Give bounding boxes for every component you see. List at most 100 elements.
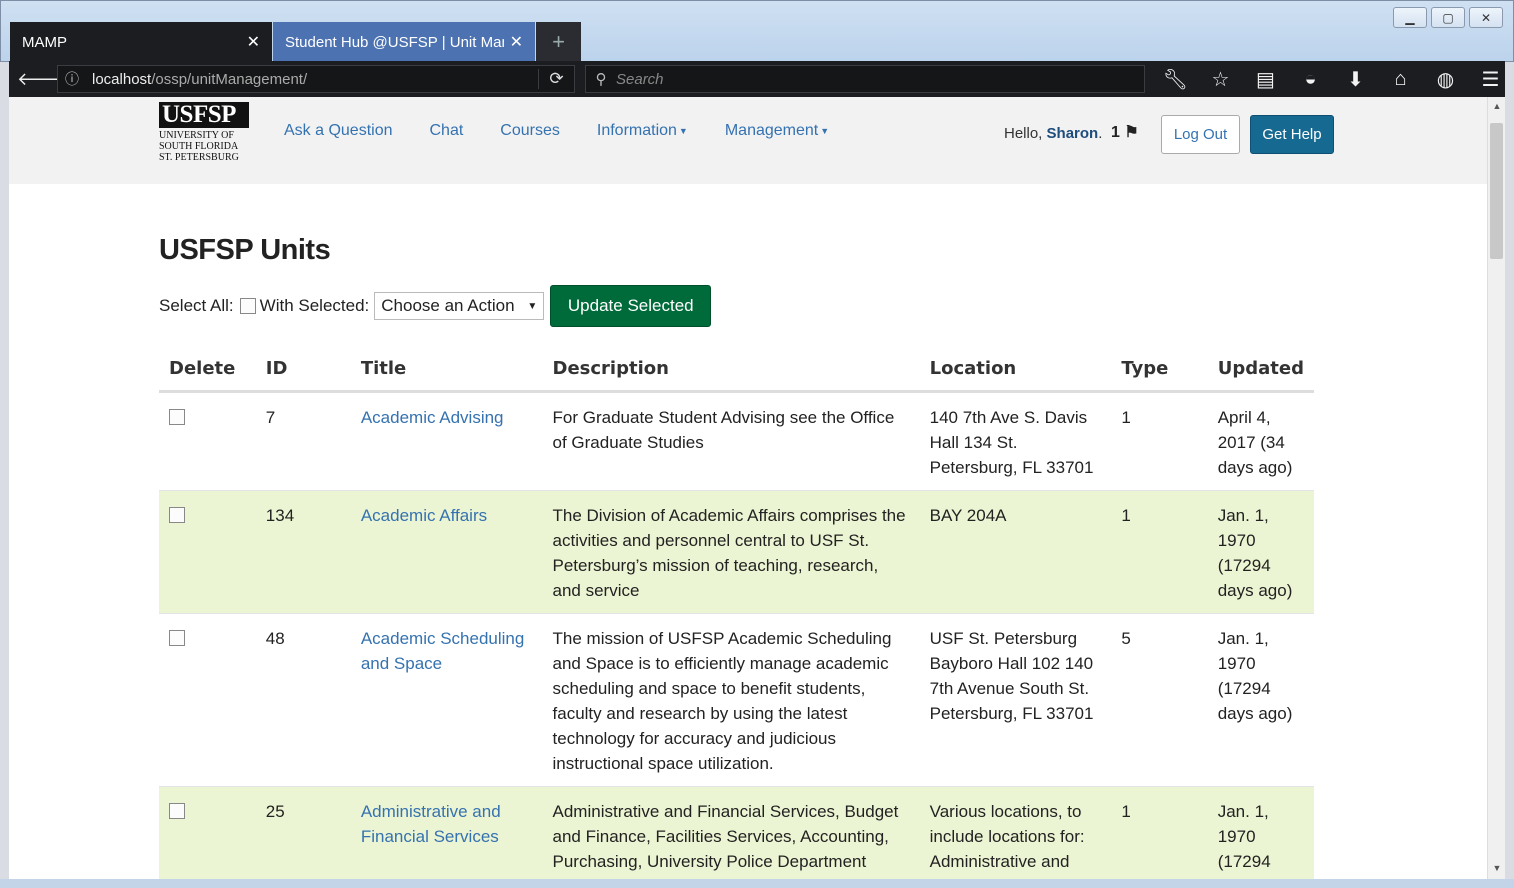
location-cell: 140 7th Ave S. Davis Hall 134 St. Peters… bbox=[919, 391, 1112, 491]
search-bar[interactable]: ⚲ Search bbox=[585, 65, 1145, 93]
scrollbar-thumb[interactable] bbox=[1490, 123, 1503, 259]
search-placeholder: Search bbox=[616, 70, 664, 88]
unit-title-link[interactable]: Administrative and Financial Services bbox=[361, 802, 501, 846]
nav-ask-question[interactable]: Ask a Question bbox=[284, 122, 393, 140]
url-text: localhost/ossp/unitManagement/ bbox=[86, 71, 538, 88]
logo-main: USFSP bbox=[159, 102, 249, 128]
reading-list-icon[interactable]: ▤ bbox=[1243, 67, 1288, 92]
nav-information[interactable]: Information ▼ bbox=[597, 122, 688, 140]
logo-line: UNIVERSITY OF bbox=[159, 130, 234, 141]
logo-line: ST. PETERSBURG bbox=[159, 152, 239, 163]
title-cell: Academic Advising bbox=[350, 391, 543, 491]
close-window-icon[interactable]: ✕ bbox=[1469, 7, 1503, 28]
location-cell: Various locations, to include locations … bbox=[919, 786, 1112, 879]
updated-cell: Jan. 1, 1970 (17294 days ago) bbox=[1207, 786, 1314, 879]
col-updated: Updated bbox=[1207, 354, 1314, 393]
update-selected-button[interactable]: Update Selected bbox=[550, 285, 712, 327]
tab-close-icon[interactable]: ✕ bbox=[510, 32, 523, 52]
tab-close-icon[interactable]: ✕ bbox=[247, 32, 260, 52]
url-bar[interactable]: ⓘ localhost/ossp/unitManagement/ ⟳ bbox=[57, 65, 575, 93]
col-delete: Delete bbox=[159, 354, 256, 393]
scroll-down-icon[interactable]: ▼ bbox=[1488, 863, 1506, 873]
home-icon[interactable]: ⌂ bbox=[1378, 68, 1423, 91]
unit-title-link[interactable]: Academic Advising bbox=[361, 408, 504, 427]
logo-sub: UNIVERSITY OF SOUTH FLORIDA ST. PETERSBU… bbox=[159, 130, 249, 163]
star-icon[interactable]: ☆ bbox=[1198, 67, 1243, 92]
select-all-checkbox[interactable] bbox=[239, 298, 256, 314]
reload-icon[interactable]: ⟳ bbox=[538, 69, 574, 89]
nav-management[interactable]: Management ▼ bbox=[725, 122, 829, 140]
id-cell: 48 bbox=[255, 613, 351, 787]
tab-student-hub[interactable]: Student Hub @USFSP | Unit Management ✕ bbox=[273, 22, 535, 62]
tab-mamp[interactable]: MAMP ✕ bbox=[10, 22, 272, 62]
page-viewport: USFSP UNIVERSITY OF SOUTH FLORIDA ST. PE… bbox=[9, 97, 1487, 879]
id-cell: 134 bbox=[255, 490, 351, 614]
description-cell: For Graduate Student Advising see the Of… bbox=[542, 391, 920, 491]
description-cell: The Division of Academic Affairs compris… bbox=[542, 490, 920, 614]
info-icon[interactable]: ⓘ bbox=[58, 69, 86, 89]
bulk-action-row: Select All: With Selected: Choose an Act… bbox=[159, 285, 712, 327]
page-title: USFSP Units bbox=[159, 234, 331, 266]
unit-title-link[interactable]: Academic Affairs bbox=[361, 506, 487, 525]
delete-checkbox[interactable] bbox=[169, 803, 185, 819]
new-tab-button[interactable]: + bbox=[536, 22, 581, 62]
action-select[interactable]: Choose an Action ▼ bbox=[374, 292, 545, 320]
updated-cell: Jan. 1, 1970 (17294 days ago) bbox=[1207, 613, 1314, 787]
dropdown-arrow-icon: ▼ bbox=[527, 300, 538, 312]
maximize-icon[interactable]: ▢ bbox=[1431, 7, 1465, 28]
back-arrow-icon[interactable]: 🡐 bbox=[17, 69, 65, 90]
get-help-button[interactable]: Get Help bbox=[1250, 115, 1334, 154]
window-bottom-border bbox=[0, 879, 1514, 888]
type-cell: 1 bbox=[1111, 391, 1208, 491]
caret-down-icon: ▼ bbox=[820, 125, 830, 136]
pocket-icon[interactable]: ◒ bbox=[1288, 68, 1333, 91]
unit-title-link[interactable]: Academic Scheduling and Space bbox=[361, 629, 524, 673]
title-cell: Academic Affairs bbox=[350, 490, 543, 614]
logout-button[interactable]: Log Out bbox=[1161, 115, 1240, 154]
table-row: 7 Academic Advising For Graduate Student… bbox=[159, 391, 1314, 491]
col-id: ID bbox=[255, 354, 351, 393]
user-name[interactable]: Sharon bbox=[1047, 125, 1099, 142]
url-path: /ossp/unitManagement/ bbox=[151, 70, 308, 88]
addon-icon[interactable]: ◍ bbox=[1423, 67, 1468, 92]
col-title: Title bbox=[350, 354, 543, 393]
browser-toolbar: 🔧︎ ☆ ▤ ◒ ⬇ ⌂ ◍ ☰ bbox=[1153, 61, 1513, 97]
delete-cell bbox=[159, 391, 256, 491]
table-row: 48 Academic Scheduling and Space The mis… bbox=[159, 613, 1314, 787]
menu-icon[interactable]: ☰ bbox=[1468, 67, 1513, 92]
units-table: Delete ID Title Description Location Typ… bbox=[159, 354, 1314, 879]
greeting-suffix: . bbox=[1098, 125, 1103, 142]
minimize-icon[interactable]: ▁ bbox=[1393, 7, 1427, 28]
table-row: 134 Academic Affairs The Division of Aca… bbox=[159, 490, 1314, 614]
select-all-label: Select All: bbox=[159, 296, 234, 315]
caret-down-icon: ▼ bbox=[678, 125, 688, 136]
flag-count: 1 bbox=[1111, 124, 1120, 141]
scroll-up-icon[interactable]: ▲ bbox=[1488, 101, 1506, 111]
url-host: localhost bbox=[92, 70, 152, 88]
location-cell: USF St. Petersburg Bayboro Hall 102 140 … bbox=[919, 613, 1112, 787]
usfsp-logo[interactable]: USFSP UNIVERSITY OF SOUTH FLORIDA ST. PE… bbox=[159, 102, 249, 163]
nav-courses[interactable]: Courses bbox=[500, 122, 560, 140]
delete-checkbox[interactable] bbox=[169, 507, 185, 523]
tab-label: MAMP bbox=[22, 33, 67, 51]
main-nav: Ask a Question Chat Courses Information ▼… bbox=[284, 122, 866, 140]
updated-cell: April 4, 2017 (34 days ago) bbox=[1207, 391, 1314, 491]
location-cell: BAY 204A bbox=[919, 490, 1112, 614]
window-controls: ▁ ▢ ✕ bbox=[1393, 7, 1503, 28]
col-type: Type bbox=[1111, 354, 1208, 393]
action-select-value: Choose an Action bbox=[381, 296, 515, 315]
flag-notifications[interactable]: 1 ⚑ bbox=[1111, 122, 1139, 142]
type-cell: 1 bbox=[1111, 786, 1208, 879]
delete-checkbox[interactable] bbox=[169, 409, 185, 425]
delete-cell bbox=[159, 786, 256, 879]
id-cell: 25 bbox=[255, 786, 351, 879]
wrench-icon[interactable]: 🔧︎ bbox=[1153, 67, 1198, 92]
nav-label: Information bbox=[596, 122, 677, 139]
download-icon[interactable]: ⬇ bbox=[1333, 67, 1378, 92]
nav-label: Management bbox=[724, 122, 819, 139]
updated-cell: Jan. 1, 1970 (17294 days ago) bbox=[1207, 490, 1314, 614]
page-scrollbar[interactable]: ▲ ▼ bbox=[1487, 97, 1505, 879]
title-cell: Academic Scheduling and Space bbox=[350, 613, 543, 787]
delete-checkbox[interactable] bbox=[169, 630, 185, 646]
nav-chat[interactable]: Chat bbox=[430, 122, 464, 140]
